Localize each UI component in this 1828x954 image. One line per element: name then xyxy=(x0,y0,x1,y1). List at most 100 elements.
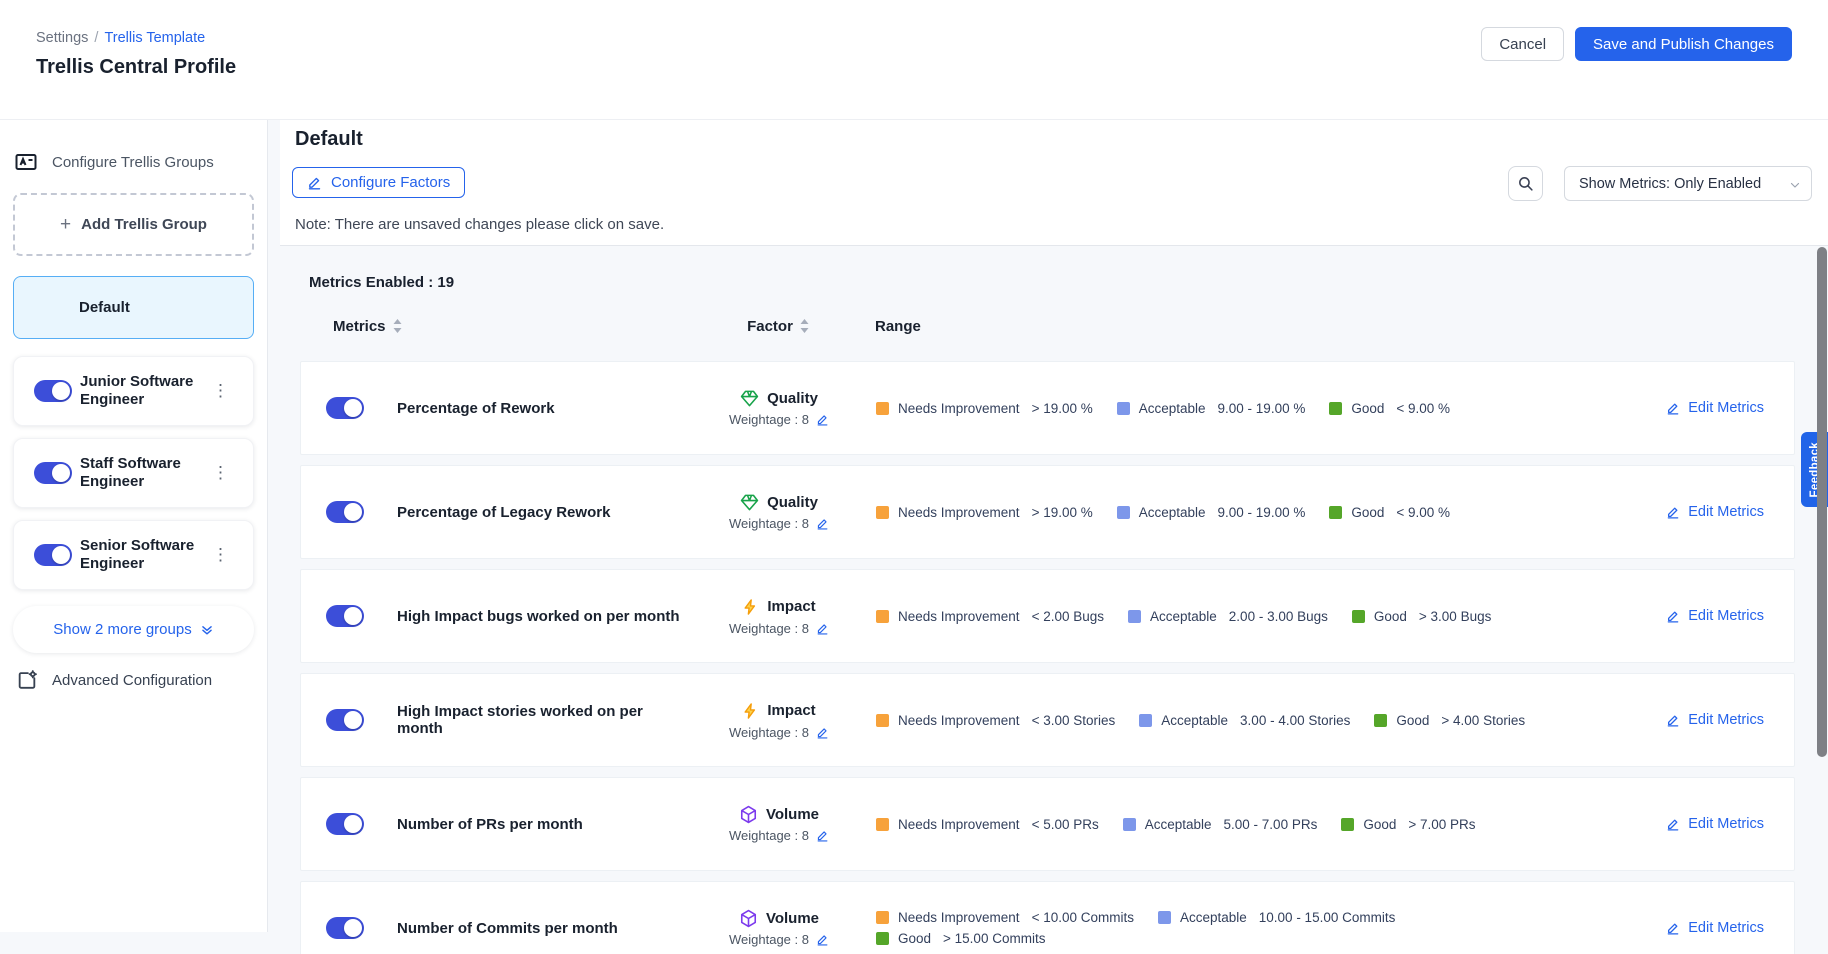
range-color-swatch xyxy=(1158,911,1171,924)
metric-enabled-toggle[interactable] xyxy=(326,709,364,731)
advanced-configuration-item[interactable]: Advanced Configuration xyxy=(16,669,253,691)
pencil-icon xyxy=(1666,609,1680,623)
range-level-label: Good xyxy=(1363,817,1396,832)
metric-row: Number of Commits per month Volume Weigh… xyxy=(300,881,1795,954)
default-group-label: Default xyxy=(79,299,130,316)
edit-weightage-icon[interactable] xyxy=(816,413,829,426)
page-title: Trellis Central Profile xyxy=(36,56,236,79)
range-value: < 10.00 Commits xyxy=(1032,910,1134,925)
column-header-factor[interactable]: Factor xyxy=(681,318,875,335)
range-color-swatch xyxy=(876,714,889,727)
metric-name: High Impact bugs worked on per month xyxy=(382,608,682,625)
edit-metrics-label: Edit Metrics xyxy=(1688,400,1764,416)
edit-metrics-link[interactable]: Edit Metrics xyxy=(1666,920,1764,936)
metric-enabled-toggle[interactable] xyxy=(326,501,364,523)
group-enabled-toggle[interactable] xyxy=(34,380,72,402)
trellis-group-card[interactable]: Junior Software Engineer ⋮ xyxy=(13,356,254,426)
breadcrumb-separator: / xyxy=(94,30,98,46)
show-metrics-dropdown-value: Show Metrics: Only Enabled xyxy=(1579,176,1761,192)
range-value: 9.00 - 19.00 % xyxy=(1218,505,1306,520)
range-item: Acceptable 5.00 - 7.00 PRs xyxy=(1123,817,1318,832)
trellis-group-card[interactable]: Staff Software Engineer ⋮ xyxy=(13,438,254,508)
configure-factors-button[interactable]: Configure Factors xyxy=(292,167,465,198)
kebab-menu-icon[interactable]: ⋮ xyxy=(208,461,233,485)
range-level-label: Acceptable xyxy=(1139,505,1206,520)
default-group-card[interactable]: Default xyxy=(13,276,254,339)
range-value: 2.00 - 3.00 Bugs xyxy=(1229,609,1328,624)
breadcrumb-settings[interactable]: Settings xyxy=(36,30,88,46)
pencil-icon xyxy=(1666,817,1680,831)
toggle-knob xyxy=(52,464,70,482)
edit-weightage-icon[interactable] xyxy=(816,933,829,946)
search-button[interactable] xyxy=(1508,166,1543,201)
edit-metrics-link[interactable]: Edit Metrics xyxy=(1666,608,1764,624)
edit-metrics-link[interactable]: Edit Metrics xyxy=(1666,712,1764,728)
factor-name: Impact xyxy=(767,598,815,615)
edit-metrics-link[interactable]: Edit Metrics xyxy=(1666,816,1764,832)
toggle-knob xyxy=(52,382,70,400)
range-color-swatch xyxy=(1352,610,1365,623)
metric-enabled-toggle[interactable] xyxy=(326,605,364,627)
breadcrumb-trellis-template[interactable]: Trellis Template xyxy=(104,30,205,46)
range-value: < 9.00 % xyxy=(1396,505,1450,520)
configure-groups-label: Configure Trellis Groups xyxy=(52,154,214,171)
metric-name: Percentage of Rework xyxy=(382,400,682,417)
toggle-knob xyxy=(52,546,70,564)
range-item: Acceptable 10.00 - 15.00 Commits xyxy=(1158,910,1395,925)
edit-weightage-icon[interactable] xyxy=(816,622,829,635)
range-color-swatch xyxy=(876,818,889,831)
add-trellis-group-button[interactable]: + Add Trellis Group xyxy=(13,193,254,256)
range-color-swatch xyxy=(1139,714,1152,727)
kebab-menu-icon[interactable]: ⋮ xyxy=(208,543,233,567)
range-item: Needs Improvement > 19.00 % xyxy=(876,505,1093,520)
edit-weightage-icon[interactable] xyxy=(816,517,829,530)
show-metrics-dropdown[interactable]: Show Metrics: Only Enabled xyxy=(1564,166,1812,201)
range-value: 10.00 - 15.00 Commits xyxy=(1259,910,1396,925)
advanced-configuration-icon xyxy=(16,669,38,691)
group-enabled-toggle[interactable] xyxy=(34,544,72,566)
range-item: Good < 9.00 % xyxy=(1329,505,1450,520)
trellis-group-card[interactable]: Senior Software Engineer ⋮ xyxy=(13,520,254,590)
range-color-swatch xyxy=(876,610,889,623)
metric-enabled-toggle[interactable] xyxy=(326,397,364,419)
range-cell: Needs Improvement > 19.00 % Acceptable 9… xyxy=(876,505,1581,520)
range-item: Acceptable 9.00 - 19.00 % xyxy=(1117,401,1306,416)
save-publish-button[interactable]: Save and Publish Changes xyxy=(1575,27,1792,61)
show-more-groups-button[interactable]: Show 2 more groups xyxy=(13,606,254,653)
column-header-metrics[interactable]: Metrics xyxy=(325,318,681,335)
factor-cell: Quality Weightage : 8 xyxy=(682,389,876,427)
weightage-label: Weightage : 8 xyxy=(729,725,809,740)
group-enabled-toggle[interactable] xyxy=(34,462,72,484)
range-color-swatch xyxy=(1128,610,1141,623)
metric-enabled-toggle[interactable] xyxy=(326,813,364,835)
range-value: < 2.00 Bugs xyxy=(1032,609,1104,624)
edit-weightage-icon[interactable] xyxy=(816,829,829,842)
edit-weightage-icon[interactable] xyxy=(816,726,829,739)
range-level-label: Acceptable xyxy=(1145,817,1212,832)
chevron-down-icon xyxy=(1789,179,1801,191)
selected-group-title: Default xyxy=(295,128,363,151)
range-item: Acceptable 9.00 - 19.00 % xyxy=(1117,505,1306,520)
range-item: Needs Improvement < 2.00 Bugs xyxy=(876,609,1104,624)
kebab-menu-icon[interactable]: ⋮ xyxy=(208,379,233,403)
edit-metrics-label: Edit Metrics xyxy=(1688,816,1764,832)
cancel-button[interactable]: Cancel xyxy=(1481,27,1564,61)
metric-name: Number of PRs per month xyxy=(382,816,682,833)
range-value: < 5.00 PRs xyxy=(1032,817,1099,832)
metric-name: Percentage of Legacy Rework xyxy=(382,504,682,521)
cube-icon xyxy=(739,909,758,928)
range-item: Needs Improvement < 5.00 PRs xyxy=(876,817,1099,832)
range-item: Needs Improvement < 10.00 Commits xyxy=(876,910,1134,925)
top-bar: Settings / Trellis Template Trellis Centra… xyxy=(0,0,1828,120)
metric-enabled-toggle[interactable] xyxy=(326,917,364,939)
range-cell: Needs Improvement < 5.00 PRs Acceptable … xyxy=(876,817,1581,832)
factor-name: Quality xyxy=(767,494,818,511)
plus-icon: + xyxy=(60,214,71,236)
range-color-swatch xyxy=(1374,714,1387,727)
edit-metrics-link[interactable]: Edit Metrics xyxy=(1666,400,1764,416)
vertical-scrollbar[interactable] xyxy=(1817,247,1827,757)
advanced-configuration-label: Advanced Configuration xyxy=(52,672,212,689)
edit-metrics-link[interactable]: Edit Metrics xyxy=(1666,504,1764,520)
sidebar: Configure Trellis Groups + Add Trellis G… xyxy=(0,120,268,932)
factor-name: Impact xyxy=(767,702,815,719)
